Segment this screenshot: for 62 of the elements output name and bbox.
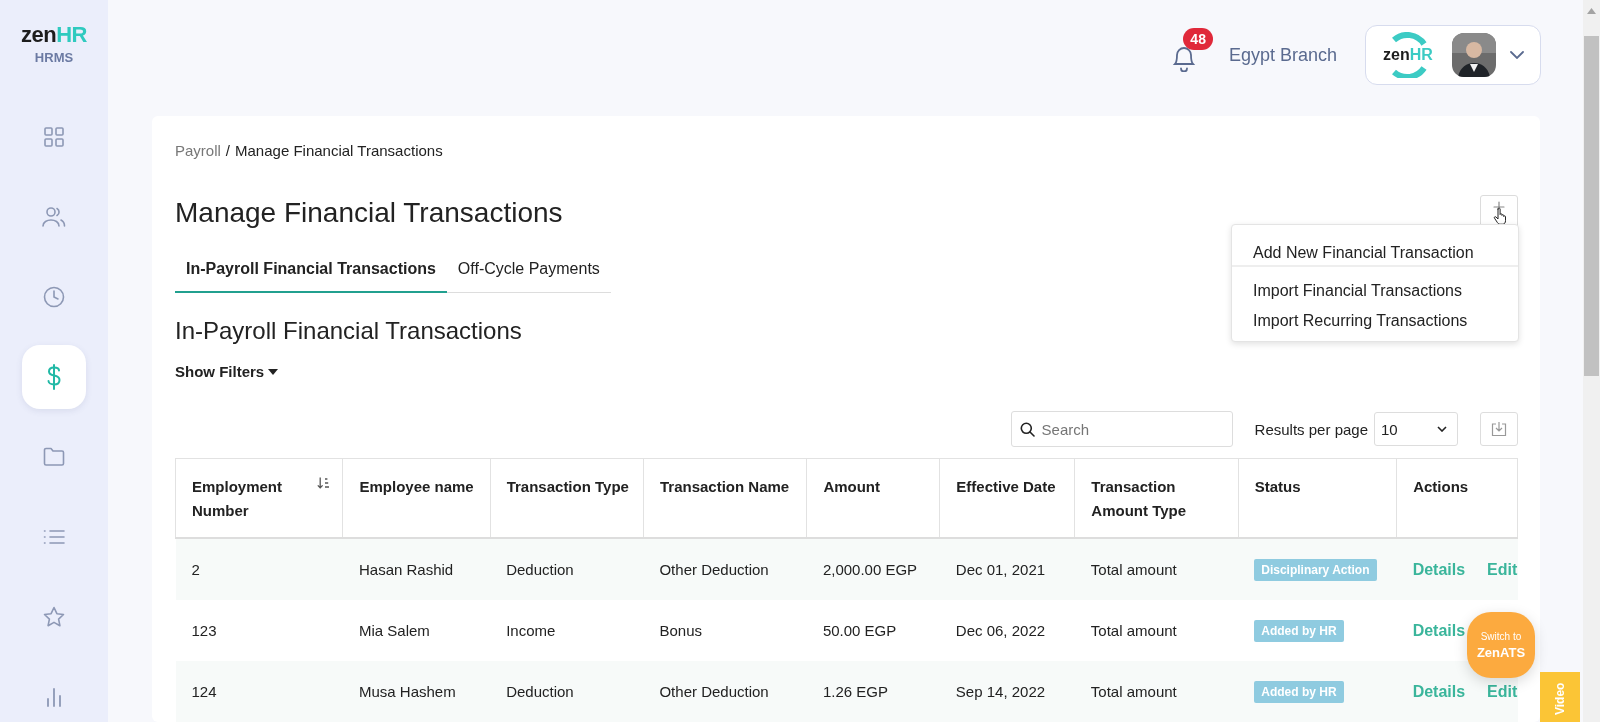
company-logo: zenHR	[1378, 32, 1438, 78]
menu-item[interactable]: Import Recurring Transactions	[1232, 299, 1518, 329]
list-icon	[43, 529, 65, 545]
table-cell: 124	[175, 661, 343, 722]
download-button[interactable]	[1480, 412, 1518, 446]
folder-icon	[43, 447, 65, 467]
product-name: HRMS	[34, 50, 74, 65]
breadcrumb-separator: /	[225, 142, 231, 159]
breadcrumb-link[interactable]: Payroll	[175, 142, 221, 159]
scrollbar[interactable]	[1583, 0, 1600, 722]
table-cell: Other Deduction	[643, 538, 807, 600]
results-per-page-label: Results per page	[1254, 420, 1368, 438]
clock-icon	[43, 286, 65, 308]
table-cell: Total amount	[1074, 600, 1239, 661]
scroll-up-icon[interactable]	[1587, 8, 1596, 14]
menu-item[interactable]: Import Financial Transactions	[1232, 269, 1518, 299]
table-cell: 2	[175, 538, 343, 600]
sort-icon[interactable]	[316, 475, 330, 491]
table-cell: Total amount	[1074, 661, 1239, 722]
bar-chart-icon	[46, 687, 62, 707]
dashboard-icon	[43, 126, 65, 148]
chevron-down-icon	[1437, 426, 1447, 432]
branch-name: Egypt Branch	[1228, 44, 1337, 66]
nav-item[interactable]	[22, 345, 86, 409]
table-cell: Deduction	[490, 538, 644, 600]
table-cell: Other Deduction	[643, 661, 807, 722]
status-tag: Added by HR	[1254, 680, 1344, 703]
table-cell: Bonus	[643, 600, 807, 661]
page-title: Manage Financial Transactions	[175, 197, 563, 229]
chevron-down-icon	[1510, 51, 1524, 59]
table-cell: 123	[175, 600, 343, 661]
section-title: In-Payroll Financial Transactions	[175, 317, 522, 345]
table-cell: 2,000.00 EGP	[806, 538, 940, 600]
table-cell: Income	[490, 600, 644, 661]
table-cell: Musa Hashem	[343, 661, 491, 722]
tab[interactable]: In-Payroll Financial Transactions	[175, 253, 447, 293]
table-cell: Sep 14, 2022	[939, 661, 1075, 722]
table-cell: Total amount	[1074, 538, 1239, 600]
table-cell: 50.00 EGP	[806, 600, 940, 661]
table-cell: Hasan Rashid	[343, 538, 491, 600]
breadcrumb-current: Manage Financial Transactions	[235, 142, 443, 159]
account-menu[interactable]: zenHR	[1365, 25, 1541, 85]
table-cell: Mia Salem	[343, 600, 491, 661]
search-icon	[1019, 422, 1035, 437]
table-cell: Deduction	[490, 661, 644, 722]
zenhr-logo: zenHR	[21, 22, 87, 48]
table-cell: Dec 06, 2022	[939, 600, 1075, 661]
status-tag: Disciplinary Action	[1254, 558, 1377, 581]
table-cell: 1.26 EGP	[806, 661, 940, 722]
notification-badge: 48	[1183, 28, 1213, 50]
people-icon	[42, 206, 66, 228]
results-per-page-select[interactable]: 10	[1374, 412, 1458, 446]
star-icon	[43, 606, 65, 628]
table-cell: Dec 01, 2021	[939, 538, 1075, 600]
dollar-icon	[46, 364, 62, 390]
tab[interactable]: Off-Cycle Payments	[446, 253, 611, 293]
status-tag: Added by HR	[1254, 619, 1344, 642]
search-field[interactable]: Search	[1010, 411, 1233, 447]
show-filters-toggle[interactable]: Show Filters	[175, 363, 279, 380]
caret-icon	[268, 368, 279, 375]
menu-item[interactable]: Add New Financial Transaction	[1232, 225, 1518, 265]
download-icon	[1491, 421, 1507, 437]
